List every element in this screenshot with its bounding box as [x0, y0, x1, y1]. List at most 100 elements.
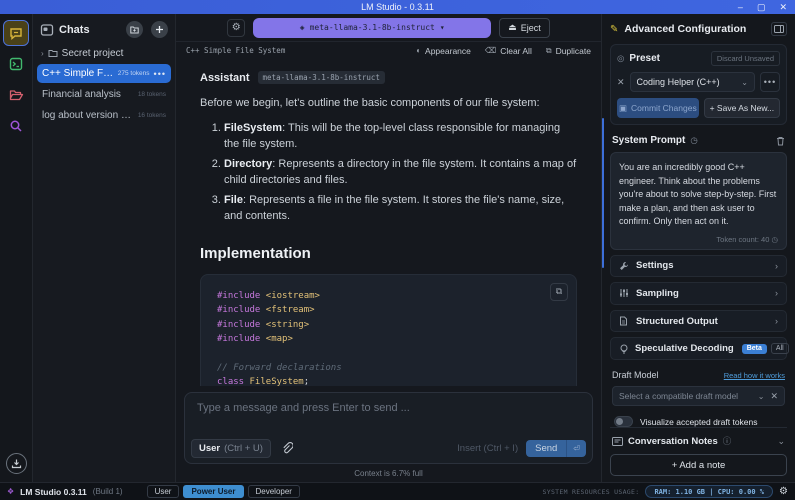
- appearance-button[interactable]: ◐ Appearance: [416, 46, 471, 56]
- clear-all-button[interactable]: ⌫ Clear All: [485, 46, 532, 56]
- resources-label: SYSTEM RESOURCES USAGE:: [543, 488, 640, 496]
- nav-discover-button[interactable]: [4, 114, 28, 138]
- preset-card: ◎ Preset Discard Unsaved ✕ Coding Helper…: [610, 44, 787, 125]
- read-how-it-works-link[interactable]: Read how it works: [724, 371, 785, 380]
- close-button[interactable]: ✕: [779, 0, 787, 14]
- message-area: Assistant meta-llama-3.1-8b-instruct Bef…: [176, 59, 601, 386]
- trash-icon[interactable]: [776, 136, 785, 146]
- list-item: Directory: Represents a directory in the…: [224, 156, 577, 189]
- model-bar: ⚙ ◈ meta-llama-3.1-8b-instruct ▾ ⏏ Eject: [176, 14, 601, 42]
- attach-file-button[interactable]: [278, 440, 296, 458]
- insert-button[interactable]: Insert (Ctrl + I): [457, 443, 518, 454]
- section-settings[interactable]: Settings ›: [610, 255, 787, 278]
- save-as-new-button[interactable]: + Save As New...: [704, 98, 780, 118]
- search-icon: [9, 119, 23, 133]
- new-chat-button[interactable]: [151, 21, 168, 38]
- maximize-button[interactable]: ▢: [757, 0, 766, 14]
- system-prompt-editor[interactable]: You are an incredibly good C++ engineer.…: [610, 152, 787, 250]
- clear-preset-icon[interactable]: ✕: [617, 77, 625, 88]
- copy-icon: ⧉: [546, 46, 552, 56]
- sliders-icon: [619, 288, 630, 298]
- chat-item-menu-icon[interactable]: •••: [154, 69, 166, 79]
- add-note-button[interactable]: + Add a note: [610, 454, 787, 476]
- build-number: (Build 1): [93, 487, 123, 496]
- conversation-notes-header[interactable]: Conversation Notes ⓘ ⌄: [610, 435, 787, 447]
- chat-main-area: ⚙ ◈ meta-llama-3.1-8b-instruct ▾ ⏏ Eject…: [176, 14, 601, 482]
- eject-model-button[interactable]: ⏏ Eject: [499, 18, 550, 38]
- token-count: Token count: 40 ◷: [619, 235, 778, 244]
- status-bar: ❖ LM Studio 0.3.11 (Build 1) User Power …: [0, 482, 795, 500]
- model-selector[interactable]: ◈ meta-llama-3.1-8b-instruct ▾: [253, 18, 491, 38]
- pencil-icon: ✎: [610, 24, 618, 35]
- folder-item-secret-project[interactable]: › Secret project: [33, 44, 175, 63]
- minimize-button[interactable]: –: [738, 0, 743, 14]
- clear-draft-icon[interactable]: ✕: [770, 391, 778, 402]
- visualize-tokens-label: Visualize accepted draft tokens: [640, 417, 758, 427]
- mode-user-button[interactable]: User: [147, 485, 180, 498]
- folder-icon: [9, 89, 24, 102]
- eraser-icon: ⌫: [485, 46, 496, 55]
- new-folder-button[interactable]: [126, 21, 143, 38]
- preset-menu-button[interactable]: •••: [760, 72, 780, 92]
- chevron-right-icon: ›: [41, 49, 44, 58]
- list-item: File: Represents a file in the file syst…: [224, 192, 577, 225]
- user-mode-switcher: User Power User Developer: [147, 485, 300, 498]
- draft-model-area: Draft Model Read how it works Select a c…: [610, 360, 787, 427]
- settings-gear-icon[interactable]: ⚙: [779, 486, 788, 497]
- app-version: LM Studio 0.3.11: [20, 487, 87, 497]
- advanced-configuration-panel: ✎ Advanced Configuration ◎ Preset Discar…: [601, 14, 795, 482]
- preset-icon: ◎: [617, 53, 624, 64]
- chat-token-count: 18 tokens: [138, 91, 166, 98]
- duplicate-button[interactable]: ⧉ Duplicate: [546, 46, 591, 56]
- collapse-panel-button[interactable]: [771, 22, 787, 36]
- note-icon: [612, 437, 623, 446]
- lmstudio-logo-icon: ❖: [7, 487, 14, 496]
- section-sampling[interactable]: Sampling ›: [610, 282, 787, 305]
- section-structured-output[interactable]: Structured Output ›: [610, 310, 787, 333]
- input-dock: User (Ctrl + U) Insert (Ctrl + I) Send: [176, 386, 601, 482]
- left-icon-rail: [0, 14, 33, 482]
- assistant-model-badge: meta-llama-3.1-8b-instruct: [258, 71, 385, 84]
- chat-list-item[interactable]: C++ Simple File System 275 tokens •••: [37, 64, 171, 83]
- assistant-intro-text: Before we begin, let's outline the basic…: [200, 96, 577, 112]
- window-controls: – ▢ ✕: [738, 0, 791, 14]
- code-content: #include <iostream>#include <fstream>#in…: [217, 289, 560, 386]
- model-settings-gear-button[interactable]: ⚙: [227, 19, 245, 37]
- system-prompt-label: System Prompt: [612, 135, 685, 146]
- chats-title: Chats: [59, 24, 118, 36]
- chevron-right-icon: ›: [775, 261, 778, 271]
- eject-icon: ⏏: [508, 22, 517, 33]
- nav-developer-button[interactable]: [4, 52, 28, 76]
- message-input[interactable]: [185, 393, 592, 434]
- send-button[interactable]: Send ⏎: [526, 440, 586, 457]
- folder-small-icon: [48, 49, 58, 58]
- conversation-header: C++ Simple File System ◐ Appearance ⌫ Cl…: [176, 42, 601, 59]
- chat-list-item[interactable]: log about version of ... 16 tokens: [37, 106, 171, 125]
- beta-badge: Beta: [742, 344, 767, 354]
- history-clock-icon[interactable]: ◷: [690, 135, 697, 146]
- assistant-label: Assistant: [200, 72, 250, 84]
- draft-model-select[interactable]: Select a compatible draft model ⌄ ✕: [612, 386, 785, 406]
- mode-power-user-button[interactable]: Power User: [183, 485, 243, 498]
- chat-bubble-icon: [9, 26, 23, 40]
- section-speculative-decoding[interactable]: Speculative Decoding Beta All ⌄: [610, 337, 787, 360]
- preset-select[interactable]: Coding Helper (C++) ⌄: [630, 72, 755, 92]
- loaded-model-name: meta-llama-3.1-8b-instruct: [310, 23, 435, 32]
- nav-chat-button[interactable]: [4, 21, 28, 45]
- discard-unsaved-button[interactable]: Discard Unsaved: [711, 51, 780, 66]
- visualize-tokens-toggle[interactable]: [614, 416, 633, 427]
- send-enter-icon: ⏎: [566, 440, 586, 457]
- folder-name: Secret project: [62, 48, 124, 59]
- nav-models-button[interactable]: [4, 83, 28, 107]
- role-user-button[interactable]: User (Ctrl + U): [191, 439, 271, 458]
- terminal-icon: [9, 57, 23, 71]
- mode-developer-button[interactable]: Developer: [248, 485, 300, 498]
- chat-list-item[interactable]: Financial analysis 18 tokens: [37, 85, 171, 104]
- chevron-right-icon: ›: [775, 316, 778, 326]
- commit-changes-button[interactable]: ▣ Commit Changes: [617, 98, 699, 118]
- system-prompt-text: You are an incredibly good C++ engineer.…: [619, 161, 778, 229]
- copy-code-button[interactable]: ⧉: [550, 283, 568, 301]
- downloads-button[interactable]: [6, 453, 27, 474]
- speculative-icon: [619, 344, 629, 354]
- wrench-icon: [619, 261, 630, 271]
